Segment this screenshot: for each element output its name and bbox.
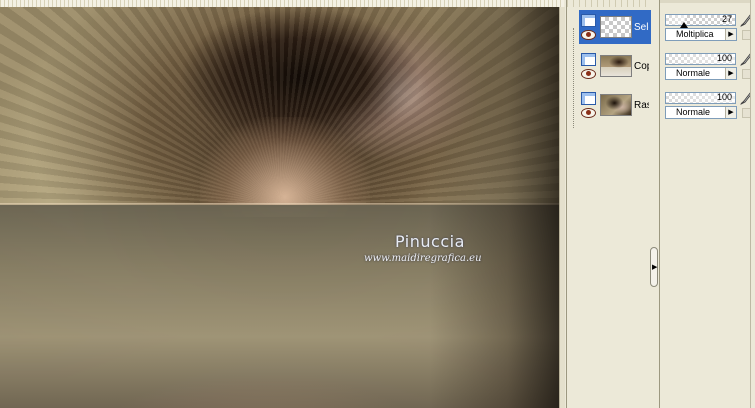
layer-row-icons — [579, 88, 597, 122]
layer-row-selection[interactable]: Sele — [579, 10, 651, 44]
opacity-value: 27 — [721, 14, 732, 24]
canvas-right-shadow — [430, 7, 559, 408]
eye-icon[interactable] — [581, 69, 596, 79]
layer-tree-line — [573, 28, 574, 128]
layer-row-icons — [579, 49, 597, 83]
canvas-scrollbar[interactable] — [559, 7, 565, 408]
raster-layer-icon — [581, 92, 596, 105]
chevron-right-icon[interactable]: ▶ — [725, 68, 736, 79]
blend-mode-value: Moltiplica — [676, 29, 714, 39]
layer-row-icons — [579, 10, 597, 44]
panel-right-edge — [750, 0, 755, 408]
blend-mode-select[interactable]: Normale ▶ — [665, 67, 737, 80]
blend-mode-value: Normale — [676, 107, 711, 117]
watermark-url: www.maidiregrafica.eu — [364, 253, 482, 264]
layer-name[interactable]: Cop — [634, 61, 649, 72]
canvas-glow — [200, 117, 370, 217]
chevron-right-icon: ▶ — [652, 263, 658, 271]
blend-mode-select[interactable]: Moltiplica ▶ — [665, 28, 737, 41]
chevron-right-icon[interactable]: ▶ — [725, 29, 736, 40]
layer-row-raster[interactable]: Ras — [579, 88, 651, 122]
raster-layer-icon — [581, 14, 596, 27]
blend-mode-value: Normale — [676, 68, 711, 78]
raster-layer-icon — [581, 53, 596, 66]
opacity-value: 100 — [716, 53, 732, 63]
layers-panel: Sele Cop Ras — [566, 0, 651, 408]
blend-mode-select[interactable]: Normale ▶ — [665, 106, 737, 119]
panel-collapse-handle[interactable]: ▶ — [650, 247, 658, 287]
eye-icon[interactable] — [581, 108, 596, 118]
layer-name[interactable]: Sele — [634, 22, 649, 33]
layer-properties-row: 100 Normale ▶ — [662, 88, 755, 122]
layers-panel-top-bar — [567, 0, 651, 7]
opacity-slider[interactable]: 100 — [665, 92, 736, 104]
opacity-slider[interactable]: 100 — [665, 53, 736, 65]
layer-properties-row: 100 Normale ▶ — [662, 49, 755, 83]
image-canvas[interactable] — [0, 7, 559, 408]
image-canvas-window: Pinuccia www.maidiregrafica.eu — [0, 0, 565, 408]
watermark-title: Pinuccia — [395, 232, 465, 251]
layer-thumbnail — [600, 94, 632, 116]
chevron-right-icon[interactable]: ▶ — [725, 107, 736, 118]
opacity-slider[interactable]: 27 — [665, 14, 736, 28]
opacity-value: 100 — [716, 92, 732, 102]
eye-icon[interactable] — [581, 30, 596, 40]
layer-thumbnail — [600, 55, 632, 77]
layer-row-copy[interactable]: Cop — [579, 49, 651, 83]
layer-thumbnail — [600, 16, 632, 38]
layer-name[interactable]: Ras — [634, 100, 649, 111]
properties-top-bar — [660, 0, 755, 3]
layer-properties-row: 27 Moltiplica ▶ — [662, 10, 755, 44]
layer-properties-panel: 27 Moltiplica ▶ 100 Normale ▶ 100 Normal… — [659, 0, 755, 408]
